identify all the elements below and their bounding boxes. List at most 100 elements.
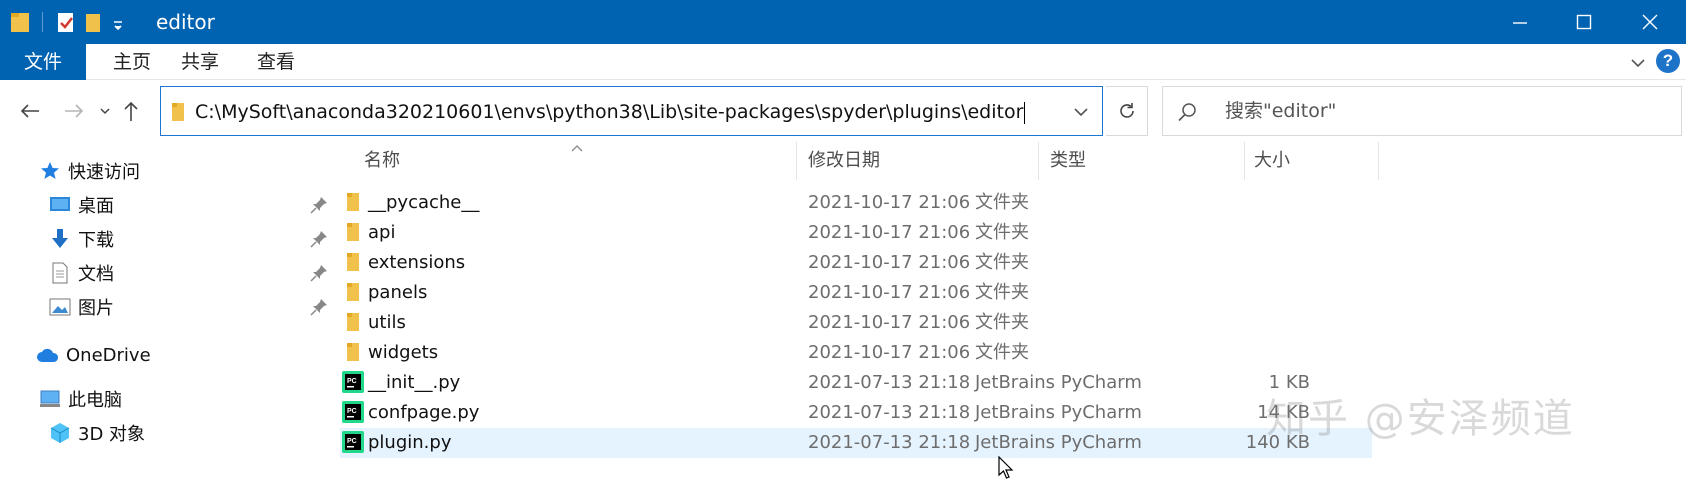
search-input[interactable]: [1223, 87, 1663, 135]
file-type: 文件夹: [975, 282, 1029, 303]
file-date-modified: 2021-10-17 21:06: [808, 312, 971, 333]
up-button[interactable]: [118, 96, 144, 126]
file-row[interactable]: widgets 2021-10-17 21:06 文件夹: [340, 338, 1372, 368]
folder-icon: [171, 101, 185, 127]
window-title: editor: [156, 10, 215, 34]
recent-locations-button[interactable]: [98, 96, 112, 126]
navigation-bar: C:\MySoft\anaconda320210601\envs\python3…: [0, 80, 1686, 142]
file-size: [1140, 188, 1310, 218]
star-icon: [38, 159, 62, 183]
refresh-icon: [1119, 103, 1134, 118]
file-date-modified: 2021-10-17 21:06: [808, 282, 971, 303]
desktop-icon: [48, 193, 72, 217]
minimize-button[interactable]: [1488, 0, 1552, 44]
pycharm-file-icon: PC: [342, 431, 364, 455]
folder-icon: [346, 311, 368, 335]
document-icon: [48, 261, 72, 285]
properties-icon[interactable]: [56, 8, 76, 36]
address-bar[interactable]: C:\MySoft\anaconda320210601\envs\python3…: [160, 86, 1103, 136]
file-date-modified: 2021-10-17 21:06: [808, 342, 971, 363]
nav-item-label: 下载: [78, 230, 114, 251]
file-row[interactable]: __pycache__ 2021-10-17 21:06 文件夹: [340, 188, 1372, 218]
file-row[interactable]: PC __init__.py 2021-07-13 21:18 JetBrains P…: [340, 368, 1372, 398]
column-divider[interactable]: [1244, 142, 1245, 180]
file-size: [1140, 278, 1310, 308]
customize-toolbar-icon[interactable]: [112, 8, 124, 36]
pin-icon[interactable]: [310, 230, 328, 248]
file-name: __pycache__: [368, 192, 480, 213]
column-divider[interactable]: [1038, 142, 1039, 180]
chevron-down-icon: [1631, 59, 1645, 68]
nav-item-label: 文档: [78, 264, 114, 285]
nav-3d-objects[interactable]: 3D 对象: [48, 416, 145, 450]
close-icon: [1642, 14, 1658, 30]
file-row[interactable]: extensions 2021-10-17 21:06 文件夹: [340, 248, 1372, 278]
app-folder-icon: [10, 8, 32, 36]
pin-icon[interactable]: [310, 264, 328, 282]
column-divider[interactable]: [1378, 142, 1379, 180]
file-type: 文件夹: [975, 252, 1029, 273]
cube-icon: [48, 421, 72, 445]
search-icon: [1177, 101, 1199, 127]
file-row[interactable]: PC plugin.py 2021-07-13 21:18 JetBrains PyC…: [340, 428, 1372, 458]
nav-item-desktop[interactable]: 桌面: [48, 188, 114, 222]
file-row[interactable]: api 2021-10-17 21:06 文件夹: [340, 218, 1372, 248]
column-header-date[interactable]: 修改日期: [808, 142, 968, 180]
close-button[interactable]: [1618, 0, 1682, 44]
pin-icon[interactable]: [310, 298, 328, 316]
forward-button[interactable]: [60, 96, 88, 126]
minimize-icon: [1513, 22, 1527, 24]
chevron-down-icon: [1074, 108, 1088, 117]
file-date-modified: 2021-07-13 21:18: [808, 432, 971, 453]
new-folder-icon[interactable]: [84, 8, 104, 36]
file-type: 文件夹: [975, 342, 1029, 363]
file-type: JetBrains PyCharm: [975, 402, 1142, 423]
file-type: JetBrains PyCharm: [975, 372, 1142, 393]
file-size: [1140, 338, 1310, 368]
file-name: __init__.py: [368, 372, 461, 393]
arrow-right-icon: [65, 104, 84, 118]
file-date-modified: 2021-07-13 21:18: [808, 402, 971, 423]
file-row[interactable]: utils 2021-10-17 21:06 文件夹: [340, 308, 1372, 338]
address-history-button[interactable]: [1072, 103, 1090, 125]
tab-view[interactable]: 查看: [244, 44, 308, 80]
address-path[interactable]: C:\MySoft\anaconda320210601\envs\python3…: [195, 87, 1026, 137]
refresh-button[interactable]: [1106, 86, 1148, 136]
tab-file[interactable]: 文件: [0, 44, 86, 80]
column-header-name[interactable]: 名称: [364, 142, 784, 180]
pin-icon[interactable]: [310, 196, 328, 214]
expand-ribbon-button[interactable]: [1626, 50, 1650, 74]
pycharm-file-icon: PC: [342, 371, 364, 395]
nav-onedrive[interactable]: OneDrive: [36, 338, 151, 372]
folder-icon: [346, 341, 368, 365]
file-type: 文件夹: [975, 192, 1029, 213]
column-header-type[interactable]: 类型: [1050, 142, 1210, 180]
nav-this-pc[interactable]: 此电脑: [38, 382, 122, 416]
pycharm-file-icon: PC: [342, 401, 364, 425]
nav-quick-access[interactable]: 快速访问: [38, 154, 140, 188]
file-name: panels: [368, 282, 428, 303]
pictures-icon: [48, 295, 72, 319]
back-button[interactable]: [16, 96, 44, 126]
file-row[interactable]: PC confpage.py 2021-07-13 21:18 JetBrains P…: [340, 398, 1372, 428]
column-divider[interactable]: [796, 142, 797, 180]
nav-item-pictures[interactable]: 图片: [48, 290, 114, 324]
arrow-left-icon: [20, 104, 39, 118]
nav-item-label: 桌面: [78, 196, 114, 217]
nav-item-downloads[interactable]: 下载: [48, 222, 114, 256]
chevron-down-icon: [100, 108, 110, 115]
search-box[interactable]: [1162, 86, 1682, 136]
folder-icon: [346, 281, 368, 305]
file-row[interactable]: panels 2021-10-17 21:06 文件夹: [340, 278, 1372, 308]
arrow-up-icon: [124, 101, 138, 121]
watermark: 知乎 @安泽频道: [1266, 396, 1575, 442]
maximize-button[interactable]: [1552, 0, 1616, 44]
column-header-size[interactable]: 大小: [1254, 142, 1354, 180]
file-date-modified: 2021-10-17 21:06: [808, 192, 971, 213]
nav-item-documents[interactable]: 文档: [48, 256, 114, 290]
tab-share[interactable]: 共享: [168, 44, 232, 80]
help-button[interactable]: ?: [1656, 49, 1680, 73]
title-bar: editor: [0, 0, 1686, 44]
tab-home[interactable]: 主页: [100, 44, 164, 80]
file-type: 文件夹: [975, 312, 1029, 333]
